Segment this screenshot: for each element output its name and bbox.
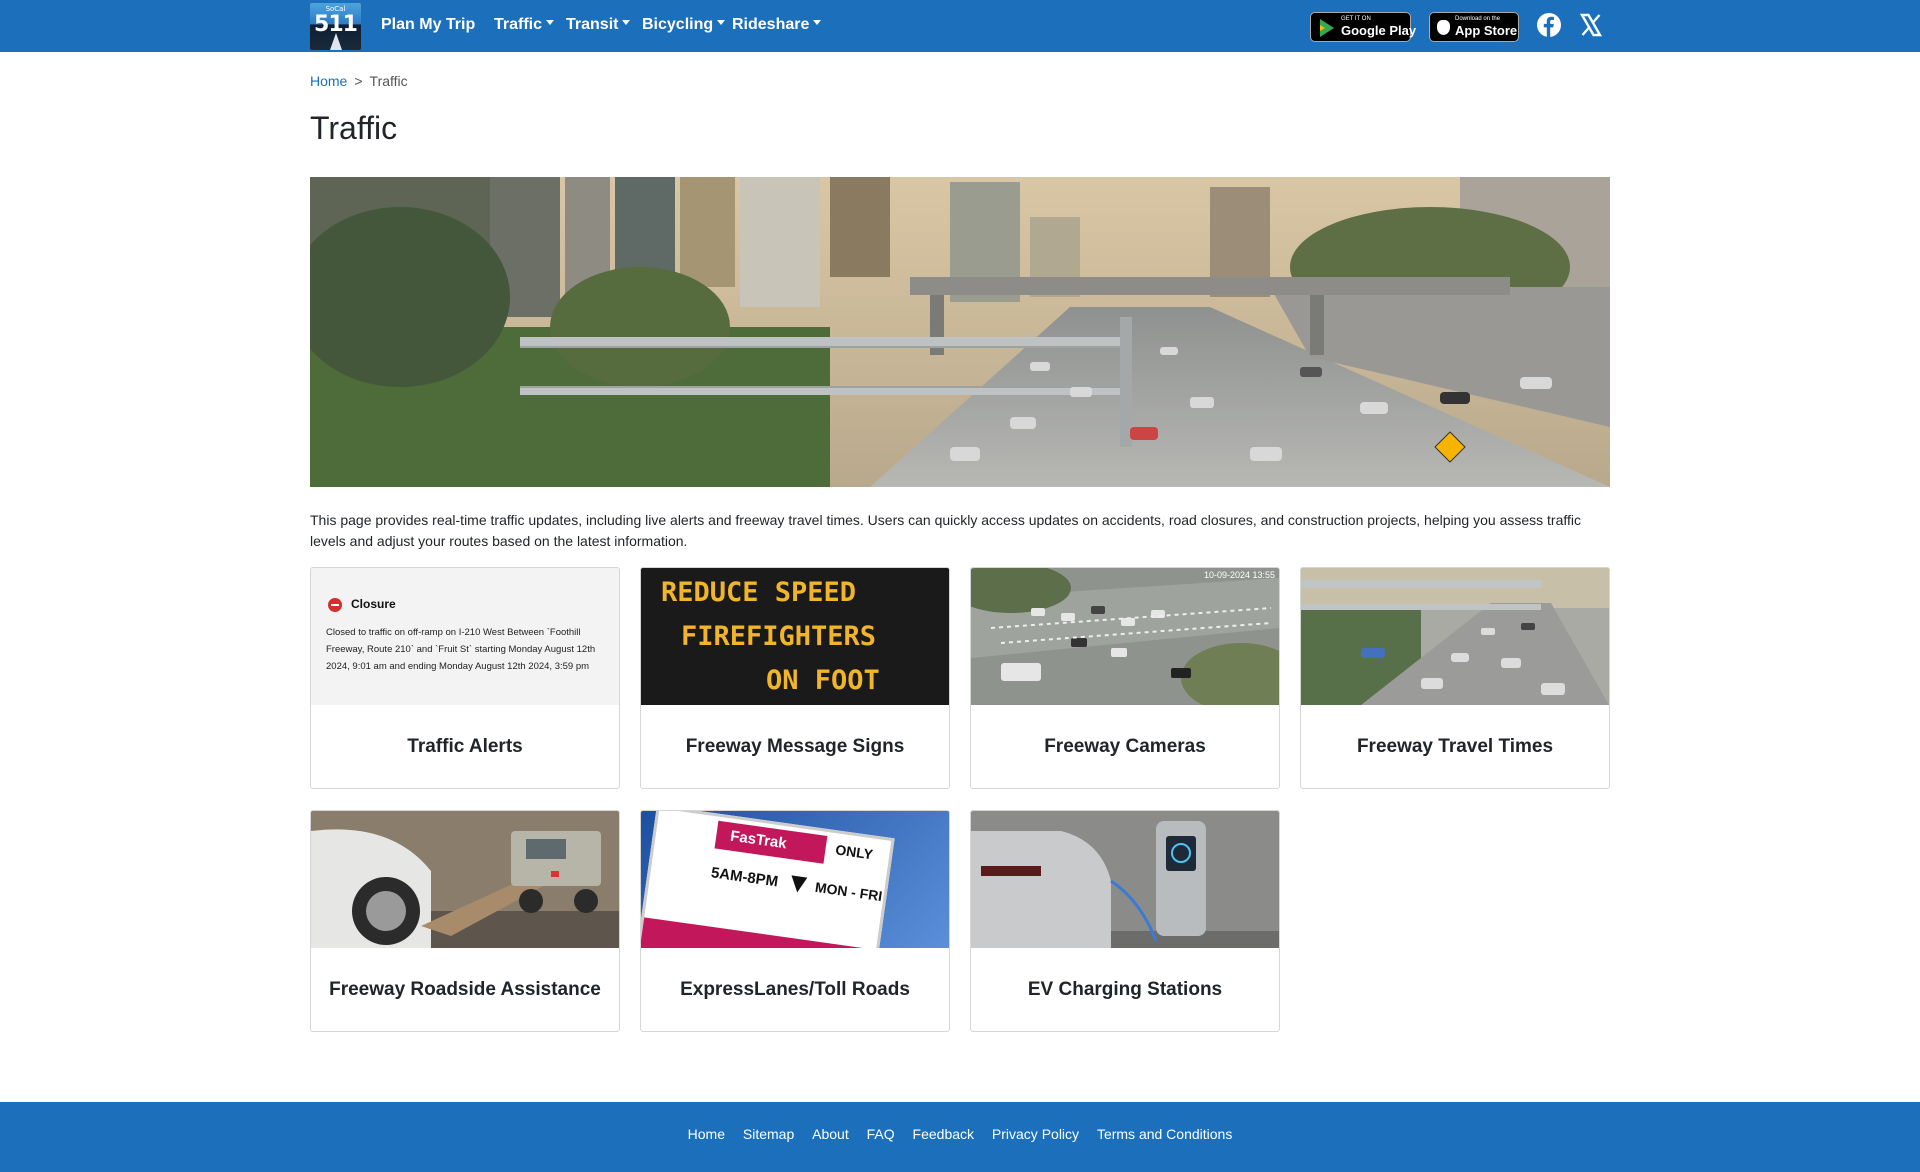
logo-road-graphic (330, 33, 342, 50)
closure-icon (328, 598, 342, 612)
arrow-down-icon (789, 875, 808, 894)
footer-about-link[interactable]: About (812, 1126, 849, 1142)
nav-rideshare-label: Rideshare (732, 16, 810, 33)
google-play-badge[interactable]: GET IT ON Google Play (1310, 12, 1416, 42)
camera-timestamp: 10-09-2024 13:55 (1203, 570, 1275, 580)
navbar-container: SoCal 511 Plan My Trip Traffic Transit B… (310, 0, 1610, 52)
nav-plan-my-trip[interactable]: Plan My Trip (381, 14, 475, 36)
ev-charging-image (971, 811, 1279, 948)
app-store-small: Download on the (1455, 16, 1501, 22)
sign-line-1: REDUCE SPEED (661, 577, 857, 608)
card-freeway-roadside-assistance[interactable]: Freeway Roadside Assistance (310, 810, 620, 1032)
breadcrumb: Home > Traffic (310, 71, 408, 91)
sign-only: ONLY (834, 841, 874, 863)
breadcrumb-home-link[interactable]: Home (310, 73, 347, 89)
nav-plan-my-trip-label: Plan My Trip (381, 16, 476, 33)
sign-line-2: FIREFIGHTERS (681, 621, 877, 652)
card-title: Freeway Travel Times (1356, 736, 1554, 757)
alert-type: Closure (351, 597, 396, 611)
alert-text: Closed to traffic on off-ramp on I-210 W… (326, 627, 596, 672)
card-traffic-alerts[interactable]: Closure Closed to traffic on off-ramp on… (310, 567, 620, 789)
app-store-big: App Store (1455, 23, 1518, 38)
nav-transit-label: Transit (566, 16, 619, 33)
google-play-small: GET IT ON (1341, 16, 1371, 22)
nav-rideshare-dropdown[interactable]: Rideshare (732, 14, 822, 36)
roadside-assistance-image (311, 811, 619, 948)
footer-faq-link[interactable]: FAQ (867, 1126, 895, 1142)
card-freeway-message-signs[interactable]: REDUCE SPEED FIREFIGHTERS ON FOOT Freewa… (640, 567, 950, 789)
page-title: Traffic (310, 110, 398, 146)
google-play-icon (1320, 19, 1334, 37)
card-ev-charging-stations[interactable]: EV Charging Stations (970, 810, 1280, 1032)
nav-traffic-dropdown[interactable]: Traffic (494, 14, 555, 36)
freeway-camera-image: 10-09-2024 13:55 (971, 568, 1279, 705)
sign-hours: 5AM-8PM (709, 864, 780, 891)
footer-terms-link[interactable]: Terms and Conditions (1097, 1126, 1232, 1142)
sign-days: MON - FRI (814, 878, 884, 905)
footer-feedback-link[interactable]: Feedback (913, 1126, 974, 1142)
traffic-alerts-image: Closure Closed to traffic on off-ramp on… (311, 568, 619, 705)
nav-transit-dropdown[interactable]: Transit (566, 14, 631, 36)
card-title: Traffic Alerts (407, 736, 523, 757)
card-title: Freeway Cameras (1044, 736, 1206, 757)
hero-freeway-image (310, 177, 1610, 487)
toll-sign: FasTrak ONLY 5AM-8PM MON - FRI (641, 811, 895, 948)
footer: Home Sitemap About FAQ Feedback Privacy … (0, 1102, 1920, 1172)
breadcrumb-separator: > (354, 73, 363, 89)
breadcrumb-current: Traffic (369, 73, 408, 89)
footer-privacy-link[interactable]: Privacy Policy (992, 1126, 1079, 1142)
nav-traffic-label: Traffic (494, 16, 543, 33)
caret-down-icon (622, 20, 631, 26)
nav-bicycling-dropdown[interactable]: Bicycling (642, 14, 726, 36)
footer-sitemap-link[interactable]: Sitemap (743, 1126, 794, 1142)
message-sign-image: REDUCE SPEED FIREFIGHTERS ON FOOT (641, 568, 949, 705)
card-title: EV Charging Stations (1027, 979, 1223, 1000)
nav-bicycling-label: Bicycling (642, 16, 714, 33)
x-twitter-icon[interactable] (1578, 12, 1604, 38)
card-title: ExpressLanes/Toll Roads (680, 979, 910, 1000)
card-title: Freeway Roadside Assistance (329, 979, 601, 1000)
footer-home-link[interactable]: Home (688, 1126, 725, 1142)
card-freeway-cameras[interactable]: 10-09-2024 13:55 Freeway Cameras (970, 567, 1280, 789)
card-freeway-travel-times[interactable]: Freeway Travel Times (1300, 567, 1610, 789)
sign-line-3: ON FOOT (766, 665, 880, 696)
apple-icon (1437, 20, 1450, 35)
socal-511-logo[interactable]: SoCal 511 (310, 3, 361, 50)
top-navbar: SoCal 511 Plan My Trip Traffic Transit B… (0, 0, 1920, 52)
google-play-big: Google Play (1341, 23, 1417, 38)
intro-paragraph: This page provides real-time traffic upd… (310, 512, 1581, 549)
caret-down-icon (813, 20, 822, 26)
expresslanes-image: FasTrak ONLY 5AM-8PM MON - FRI (641, 811, 949, 948)
card-title: Freeway Message Signs (685, 736, 905, 757)
travel-times-image (1301, 568, 1609, 705)
caret-down-icon (717, 20, 726, 26)
caret-down-icon (546, 20, 555, 26)
fastrak-brand: FasTrak (714, 820, 828, 864)
facebook-icon[interactable] (1536, 12, 1562, 38)
card-expresslanes-toll-roads[interactable]: FasTrak ONLY 5AM-8PM MON - FRI ExpressLa… (640, 810, 950, 1032)
footer-links: Home Sitemap About FAQ Feedback Privacy … (0, 1124, 1920, 1144)
app-store-badge[interactable]: Download on the App Store (1429, 12, 1519, 42)
sign-bottom-band (641, 917, 882, 948)
